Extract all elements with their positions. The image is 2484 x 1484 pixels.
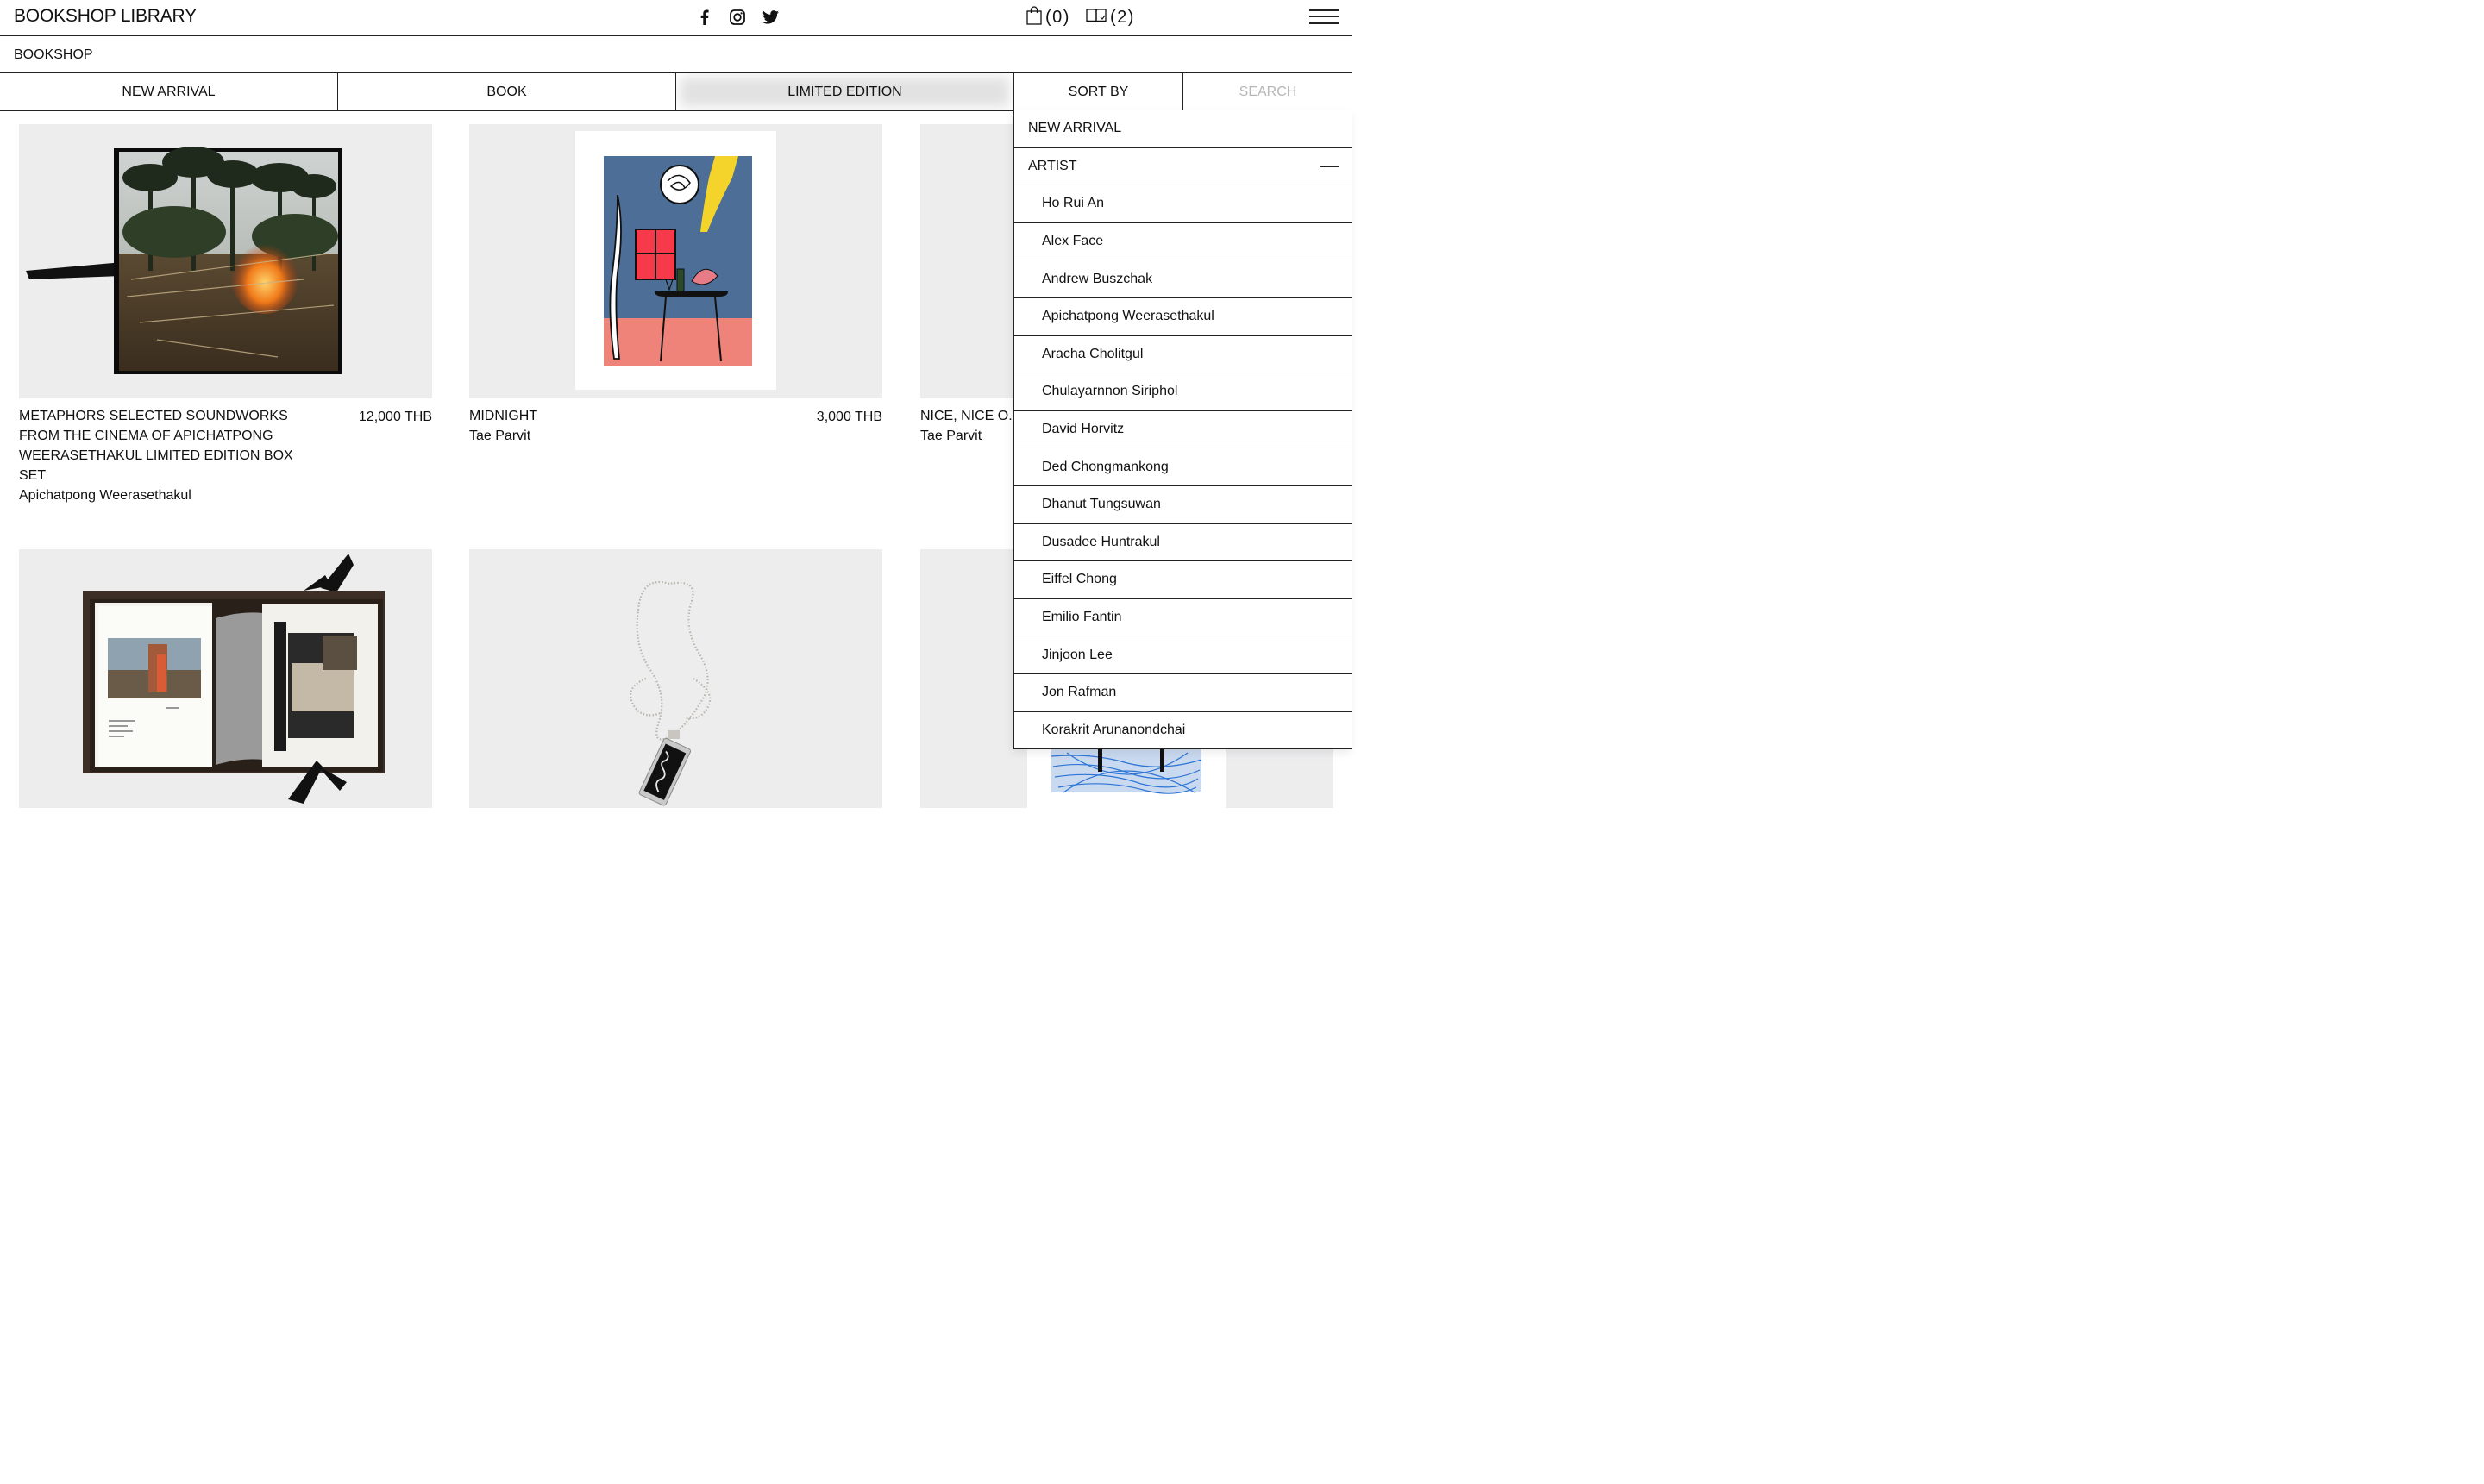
artist-option[interactable]: Chulayarnnon Siriphol	[1014, 373, 1352, 411]
section-header: BOOKSHOP	[0, 36, 1352, 73]
instagram-icon[interactable]	[728, 8, 747, 27]
artist-option[interactable]: Ded Chongmankong	[1014, 448, 1352, 486]
saved-books-button[interactable]: (2)	[1086, 7, 1135, 28]
artist-option[interactable]: Ho Rui An	[1014, 185, 1352, 223]
artist-option[interactable]: Korakrit Arunanondchai	[1014, 712, 1352, 750]
product-title[interactable]: MIDNIGHT	[469, 406, 728, 426]
artist-option[interactable]: Apichatpong Weerasethakul	[1014, 298, 1352, 336]
twitter-icon[interactable]	[761, 8, 780, 27]
sort-dropdown: NEW ARRIVAL ARTIST Ho Rui An Alex Face A…	[1013, 110, 1352, 750]
collapse-icon[interactable]	[1320, 166, 1339, 168]
cart-button[interactable]: (0)	[1026, 6, 1070, 29]
artist-option[interactable]: David Horvitz	[1014, 411, 1352, 449]
product-artist[interactable]: Tae Parvit	[469, 426, 728, 446]
product-price: 3,000 THB	[816, 410, 882, 424]
artist-option[interactable]: Dusadee Huntrakul	[1014, 524, 1352, 562]
product-price: 12,000 THB	[358, 410, 432, 424]
artist-option[interactable]: Jinjoon Lee	[1014, 636, 1352, 674]
saved-count: (2)	[1109, 8, 1135, 27]
product-title[interactable]: METAPHORS SELECTED SOUNDWORKS FROM THE C…	[19, 406, 295, 485]
product-image[interactable]	[19, 124, 432, 398]
artist-option[interactable]: Dhanut Tungsuwan	[1014, 486, 1352, 524]
top-bar: BOOKSHOP LIBRARY (0) (2)	[0, 0, 1352, 36]
artist-option[interactable]: Eiffel Chong	[1014, 561, 1352, 599]
product-image[interactable]	[469, 124, 882, 398]
site-logo[interactable]: BOOKSHOP LIBRARY	[14, 6, 197, 27]
sort-option-artist[interactable]: ARTIST	[1014, 148, 1352, 186]
sort-option-new-arrival[interactable]: NEW ARRIVAL	[1014, 110, 1352, 148]
section-title[interactable]: BOOKSHOP	[14, 47, 93, 63]
artist-option[interactable]: Jon Rafman	[1014, 674, 1352, 712]
artist-option[interactable]: Aracha Cholitgul	[1014, 336, 1352, 374]
product-image[interactable]	[469, 549, 882, 808]
shopping-bag-icon	[1026, 6, 1042, 29]
artist-option[interactable]: Alex Face	[1014, 223, 1352, 261]
product-image[interactable]	[19, 549, 432, 808]
artist-option[interactable]: Emilio Fantin	[1014, 599, 1352, 637]
hamburger-menu-icon[interactable]	[1309, 9, 1339, 27]
sort-by-button[interactable]: SORT BY	[1014, 73, 1183, 110]
book-icon	[1086, 7, 1107, 28]
cart-count: (0)	[1045, 8, 1070, 27]
sort-option-artist-label: ARTIST	[1028, 158, 1077, 173]
category-tabs: NEW ARRIVAL BOOK LIMITED EDITION SORT BY…	[0, 73, 1352, 111]
artist-option[interactable]: Andrew Buszchak	[1014, 260, 1352, 298]
tab-new-arrival[interactable]: NEW ARRIVAL	[0, 73, 338, 110]
search-button[interactable]: SEARCH	[1183, 73, 1352, 110]
cart-area: (0) (2)	[1026, 6, 1135, 29]
facebook-icon[interactable]	[695, 8, 714, 27]
tab-book[interactable]: BOOK	[338, 73, 676, 110]
product-artist[interactable]: Apichatpong Weerasethakul	[19, 485, 295, 505]
tab-limited-edition[interactable]: LIMITED EDITION	[676, 73, 1014, 110]
social-links	[695, 8, 780, 27]
